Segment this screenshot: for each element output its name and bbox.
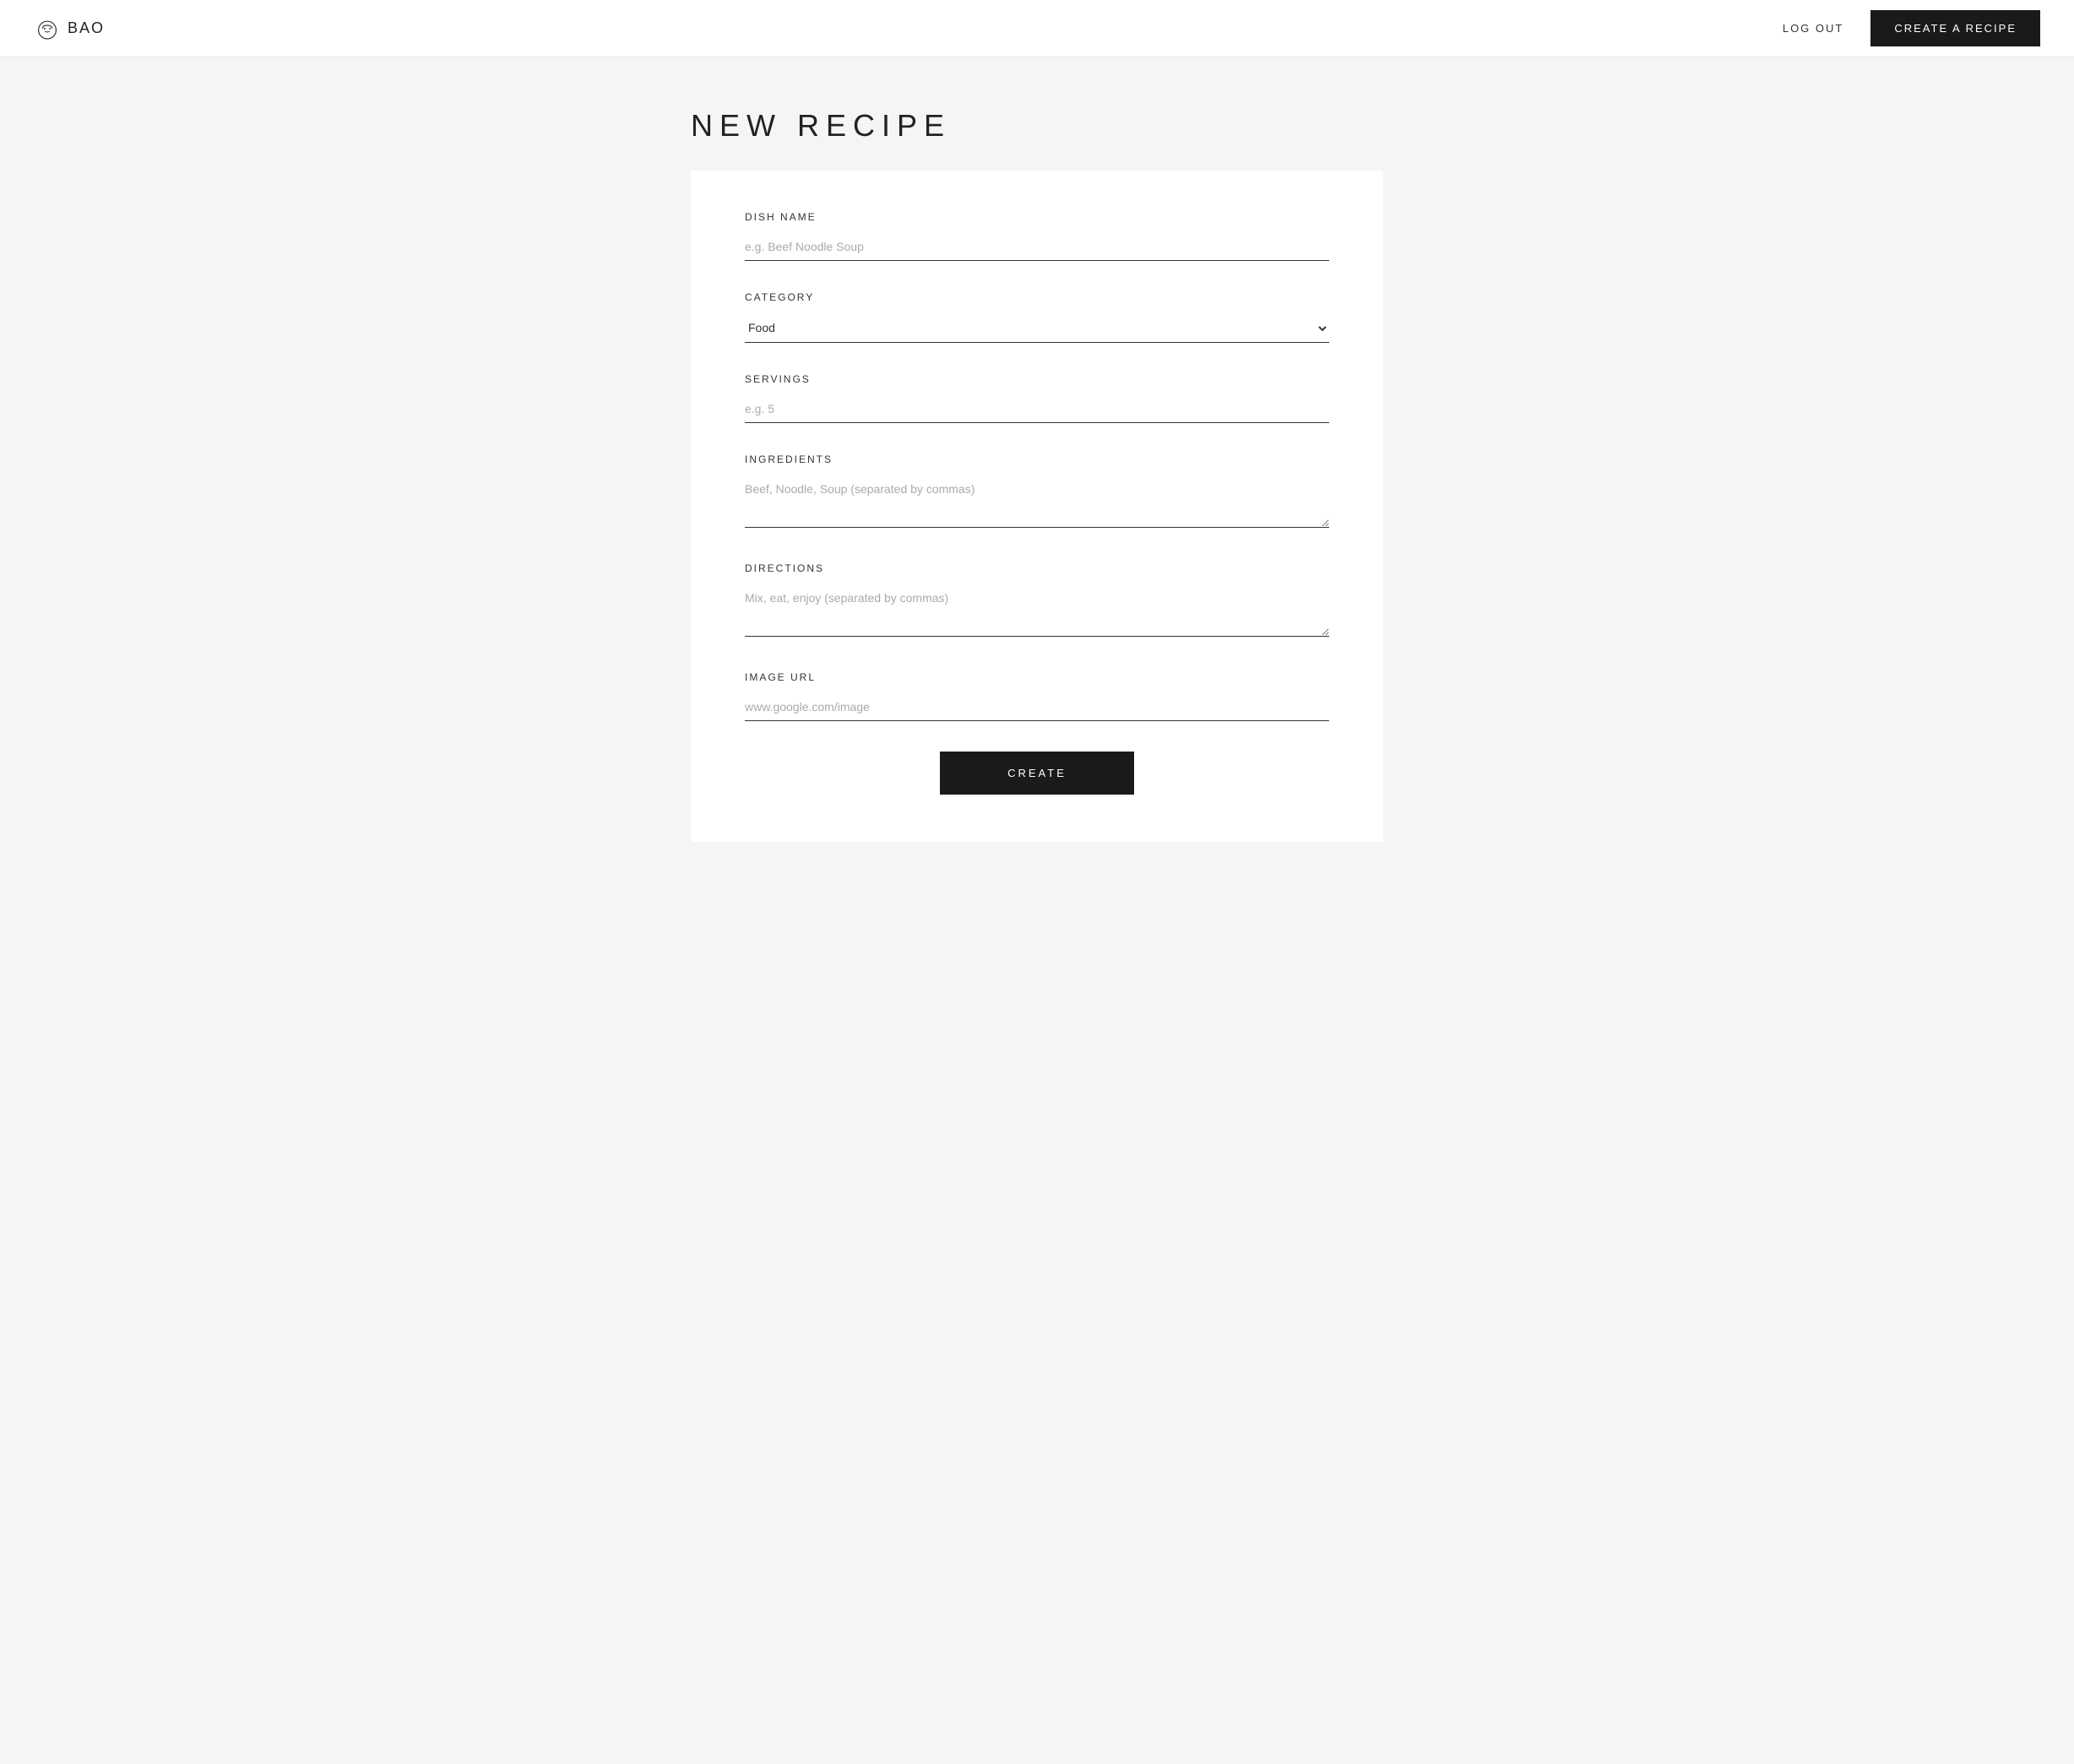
logo: BAO: [34, 15, 105, 42]
ingredients-textarea[interactable]: [745, 477, 1329, 528]
main-content: NEW RECIPE DISH NAME CATEGORY Food Drink…: [657, 57, 1417, 893]
category-group: CATEGORY Food Drink Dessert Snack: [745, 291, 1329, 343]
create-button-wrapper: CREATE: [745, 752, 1329, 795]
directions-label: DIRECTIONS: [745, 562, 1329, 574]
directions-textarea[interactable]: [745, 586, 1329, 637]
ingredients-label: INGREDIENTS: [745, 453, 1329, 465]
ingredients-group: INGREDIENTS: [745, 453, 1329, 532]
page-title: NEW RECIPE: [691, 108, 1383, 144]
category-label: CATEGORY: [745, 291, 1329, 303]
image-url-input[interactable]: [745, 695, 1329, 721]
create-recipe-nav-button[interactable]: CREATE A RECIPE: [1870, 10, 2040, 46]
dish-name-input[interactable]: [745, 235, 1329, 261]
navbar-actions: LOG OUT CREATE A RECIPE: [1783, 10, 2040, 46]
logo-text: BAO: [68, 19, 105, 37]
image-url-group: IMAGE URL: [745, 671, 1329, 721]
create-button[interactable]: CREATE: [940, 752, 1134, 795]
servings-input[interactable]: [745, 397, 1329, 423]
form-card: DISH NAME CATEGORY Food Drink Dessert Sn…: [691, 171, 1383, 842]
servings-label: SERVINGS: [745, 373, 1329, 385]
image-url-label: IMAGE URL: [745, 671, 1329, 683]
dish-name-label: DISH NAME: [745, 211, 1329, 223]
directions-group: DIRECTIONS: [745, 562, 1329, 641]
logout-link[interactable]: LOG OUT: [1783, 22, 1844, 35]
logo-icon: [34, 15, 61, 42]
navbar: BAO LOG OUT CREATE A RECIPE: [0, 0, 2074, 57]
new-recipe-form: DISH NAME CATEGORY Food Drink Dessert Sn…: [745, 211, 1329, 795]
servings-group: SERVINGS: [745, 373, 1329, 423]
dish-name-group: DISH NAME: [745, 211, 1329, 261]
category-select[interactable]: Food Drink Dessert Snack: [745, 315, 1329, 343]
